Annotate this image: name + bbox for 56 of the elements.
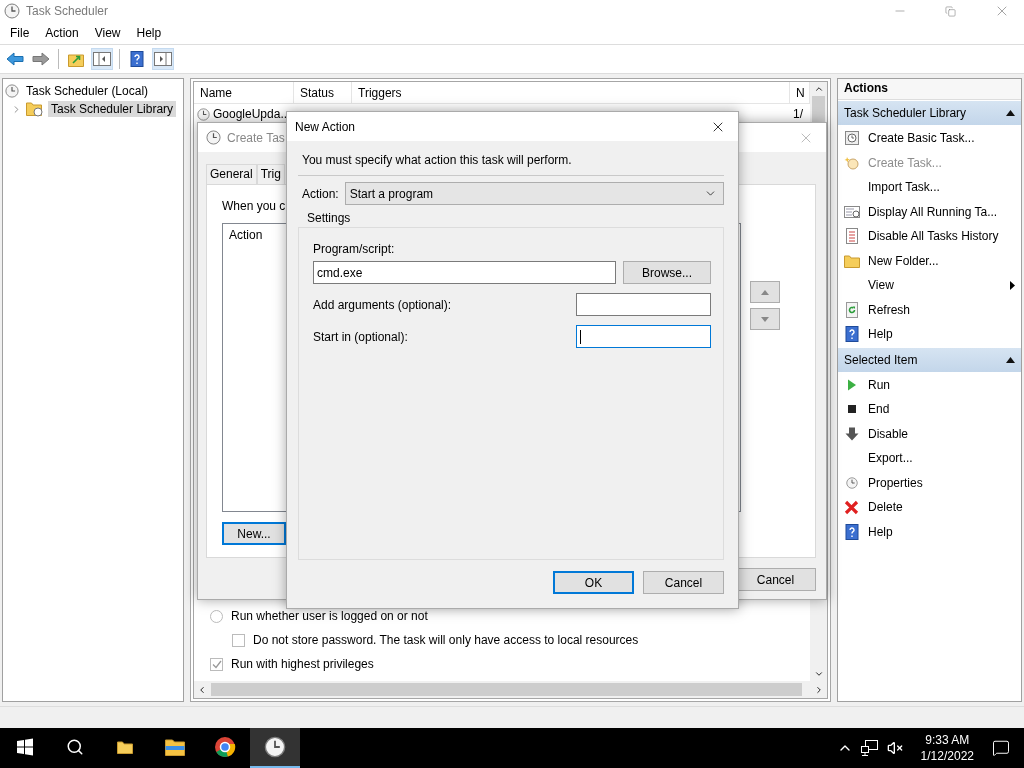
action-item[interactable]: Help [838,322,1021,347]
new-button[interactable]: New... [222,522,286,545]
menu-item[interactable]: Action [37,26,87,40]
action-dropdown[interactable]: Start a program [344,182,724,205]
dialog-button[interactable]: Cancel [643,571,724,594]
dialog-title: New Action [295,119,357,134]
section-title: Selected Item [844,352,918,367]
column-header[interactable]: Triggers [352,82,790,103]
window-title: Task Scheduler [26,4,110,18]
option-label: Run with highest privileges [231,657,374,671]
field-label: Add arguments (optional): [313,297,453,312]
tree-item[interactable]: Task Scheduler (Local) [23,83,152,99]
intro-text: When you c [222,199,287,213]
date: 1/12/2022 [920,748,974,764]
time: 9:33 AM [925,732,970,748]
task-name: GoogleUpda.. [213,107,288,121]
field-label: Program/script: [313,242,396,256]
action-item[interactable]: End [838,397,1021,422]
section-header[interactable]: Task Scheduler Library [838,101,1021,125]
action-item[interactable]: New Folder... [838,248,1021,273]
dialog-title: Create Tas [227,130,286,145]
instruction-text: You must specify what action this task will perform. [298,153,724,176]
input-field[interactable]: cmd.exe [313,261,616,284]
option-label: Do not store password. The task will only have access to local resources [253,633,639,647]
clock[interactable]: 9:33 AM 1/12/2022 [910,732,984,764]
pane-title: Actions [838,79,1021,100]
tab[interactable]: General [206,164,257,184]
column-header[interactable]: Status [294,82,352,103]
column-header[interactable]: Action [229,228,263,242]
action-item[interactable]: Export... [838,446,1021,471]
tree-item[interactable]: Task Scheduler Library [48,101,177,117]
menu-item[interactable]: View [86,26,129,40]
group-label: Settings [306,210,352,225]
action-item[interactable]: Import Task... [838,175,1021,200]
tab[interactable]: Trig [256,164,285,184]
field-label: Start in (optional): [313,329,409,344]
action-item[interactable]: Help [838,519,1021,544]
column-header[interactable]: Name [194,82,294,103]
action-item[interactable]: Disable [838,421,1021,446]
table-cell-text: 1/ [792,107,804,121]
browse-button[interactable]: Browse... [623,261,711,284]
action-item[interactable]: Create Basic Task... [838,126,1021,151]
action-item[interactable]: Disable All Tasks History [838,224,1021,249]
action-item[interactable]: Refresh [838,297,1021,322]
menu-item[interactable]: File [2,26,38,40]
action-item[interactable]: Delete [838,495,1021,520]
option-label: Run whether user is logged on or not [231,609,428,623]
action-item[interactable]: Properties [838,470,1021,495]
action-item[interactable]: View [838,273,1021,298]
section-title: Task Scheduler Library [844,106,967,120]
section-header[interactable]: Selected Item [838,347,1021,372]
dialog-button[interactable]: OK [553,571,634,594]
menu-item[interactable]: Help [128,26,170,40]
action-item[interactable]: Run [838,372,1021,397]
field-label: Action: [302,186,339,201]
action-item[interactable]: Display All Running Ta... [838,199,1021,224]
